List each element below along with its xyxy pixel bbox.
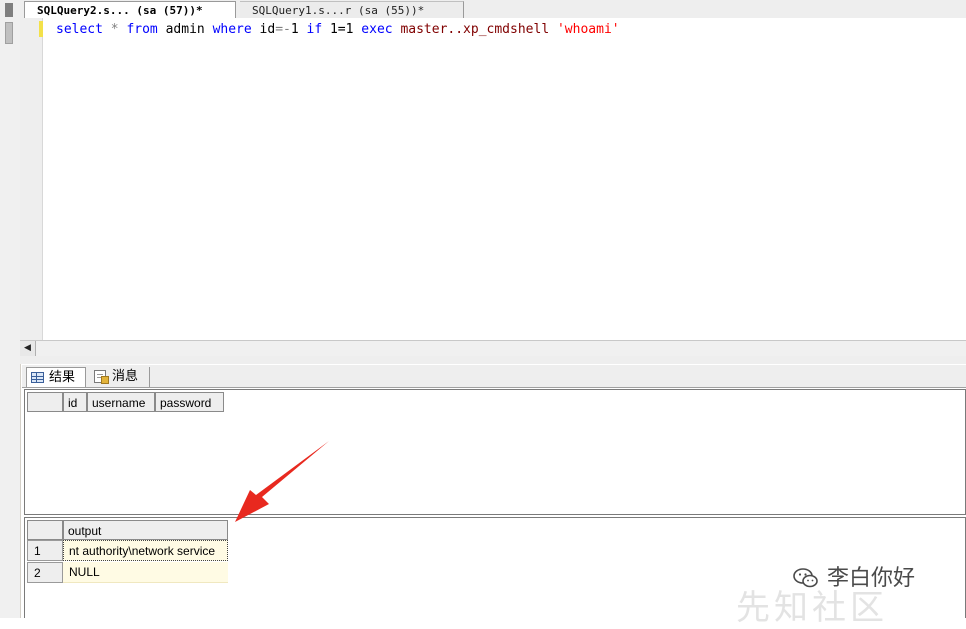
wechat-watermark: 李白你好 [793,560,915,592]
annotation-arrow-icon [235,441,329,522]
wechat-icon [793,568,818,588]
watermark-text: 李白你好 [827,566,916,591]
